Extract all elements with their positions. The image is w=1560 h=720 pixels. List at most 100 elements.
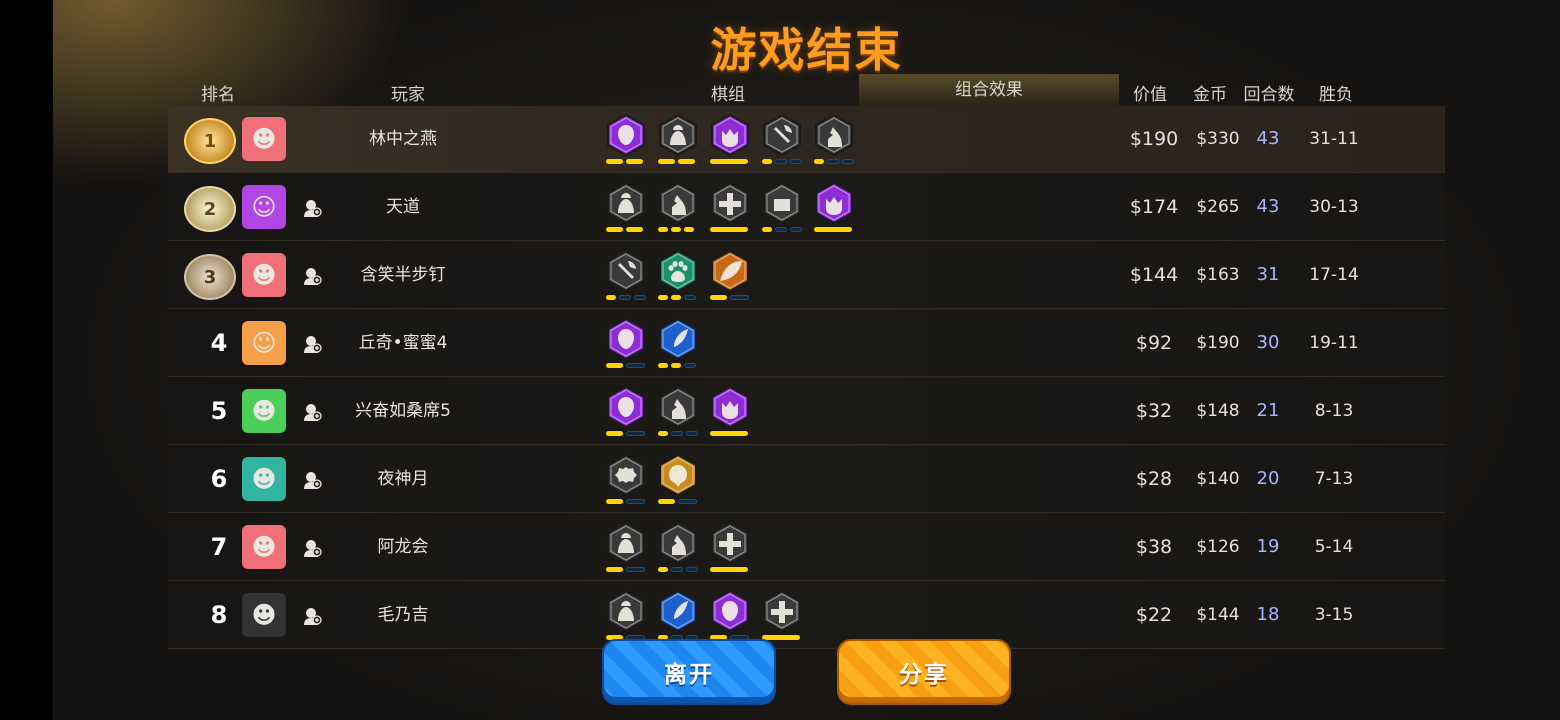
rank-medal-icon: 3 (184, 254, 236, 300)
robot-icon[interactable] (760, 181, 804, 237)
axe-icon[interactable] (604, 249, 648, 305)
synergy-level-pips (606, 431, 645, 436)
player-winloss: 7-13 (1314, 469, 1354, 489)
synergy-pip (842, 159, 854, 164)
synergy-pip (626, 431, 645, 436)
player-name[interactable]: 夜神月 (338, 446, 468, 512)
player-name[interactable]: 丘奇•蜜蜜4 (338, 310, 468, 376)
synergy-pip (678, 159, 695, 164)
synergy-pip (762, 227, 772, 232)
feather-icon[interactable] (656, 589, 700, 645)
cross-icon[interactable] (708, 521, 752, 577)
add-friend-icon[interactable] (302, 266, 322, 286)
knight-icon[interactable] (604, 589, 648, 645)
rank-number: 8 (210, 601, 228, 629)
synergy-pip (710, 635, 727, 640)
avatar[interactable]: ☻ (242, 457, 286, 501)
avatar[interactable]: ☺ (242, 321, 286, 365)
table-row: 3 ☻ 含笑半步钉 $144 $163 31 17-14 (168, 242, 1445, 309)
player-name[interactable]: 兴奋如桑席5 (338, 378, 468, 444)
player-name[interactable]: 林中之燕 (338, 106, 468, 172)
header-effects[interactable]: 组合效果 (859, 74, 1119, 106)
synergy-pip (671, 635, 683, 640)
add-friend-icon[interactable] (302, 606, 322, 626)
leaf-icon[interactable] (708, 249, 752, 305)
avatar[interactable]: ☻ (242, 389, 286, 433)
demon-icon[interactable] (708, 113, 752, 169)
player-name[interactable]: 毛乃吉 (338, 582, 468, 648)
synergy-level-pips (606, 227, 643, 232)
synergy-pip (658, 363, 668, 368)
avatar[interactable]: ☻ (242, 253, 286, 297)
horse-icon[interactable] (812, 113, 856, 169)
cross-icon[interactable] (708, 181, 752, 237)
axe-icon[interactable] (760, 113, 804, 169)
cross-icon[interactable] (760, 589, 804, 645)
player-winloss: 17-14 (1309, 265, 1359, 285)
rank-number: 6 (210, 465, 228, 493)
add-friend-icon[interactable] (302, 402, 322, 422)
share-button[interactable]: 分享 (839, 641, 1009, 703)
avatar[interactable]: ☻ (242, 593, 286, 637)
horse-icon[interactable] (656, 385, 700, 441)
spirit-icon[interactable] (656, 453, 700, 509)
knight-icon[interactable] (656, 113, 700, 169)
add-friend-icon[interactable] (302, 538, 322, 558)
synergy-level-pips (658, 295, 696, 300)
synergy-pip (775, 159, 787, 164)
horse-icon[interactable] (656, 521, 700, 577)
synergy-level-pips (658, 499, 697, 504)
synergy-pip (658, 567, 668, 572)
knight-icon[interactable] (604, 181, 648, 237)
table-row: 1 ☻ 林中之燕 $190 $330 43 31-11 (168, 106, 1445, 173)
leave-button[interactable]: 离开 (604, 641, 774, 703)
synergy-level-pips (710, 295, 749, 300)
synergy-level-pips (606, 499, 645, 504)
synergy-pip (626, 227, 643, 232)
synergy-pip (671, 431, 683, 436)
demon-icon[interactable] (812, 181, 856, 237)
avatar[interactable]: ☻ (242, 525, 286, 569)
feather-icon[interactable] (656, 317, 700, 373)
synergy-pip (710, 295, 727, 300)
synergy-pip (658, 635, 668, 640)
table-row: 8 ☻ 毛乃吉 $22 $144 18 3-15 (168, 582, 1445, 649)
table-row: 2 ☺ 天道 $174 $265 43 30-13 (168, 174, 1445, 241)
mage-icon[interactable] (708, 589, 752, 645)
synergy-level-pips (762, 159, 802, 164)
synergy-pip (775, 227, 787, 232)
synergy-level-pips (658, 567, 698, 572)
synergy-pip (626, 635, 645, 640)
mage-icon[interactable] (604, 317, 648, 373)
synergy-pip (658, 431, 668, 436)
synergy-pip (671, 295, 681, 300)
mage-icon[interactable] (604, 113, 648, 169)
rank-number: 4 (210, 329, 228, 357)
synergy-level-pips (658, 227, 694, 232)
demon-icon[interactable] (708, 385, 752, 441)
synergy-level-pips (606, 159, 643, 164)
paw-icon[interactable] (656, 249, 700, 305)
synergy-pip (686, 635, 698, 640)
rank-medal-icon: 1 (184, 118, 236, 164)
synergy-pip (686, 431, 698, 436)
synergy-pip (730, 635, 749, 640)
add-friend-icon[interactable] (302, 334, 322, 354)
player-name[interactable]: 天道 (338, 174, 468, 240)
knight-icon[interactable] (604, 521, 648, 577)
player-name[interactable]: 阿龙会 (338, 514, 468, 580)
synergy-pip (606, 295, 616, 300)
gear-icon[interactable] (604, 453, 648, 509)
add-friend-icon[interactable] (302, 198, 322, 218)
synergy-pip (710, 159, 748, 164)
synergy-pip (606, 227, 623, 232)
avatar[interactable]: ☺ (242, 185, 286, 229)
player-name[interactable]: 含笑半步钉 (338, 242, 468, 308)
horse-icon[interactable] (656, 181, 700, 237)
synergy-pip (710, 227, 748, 232)
header-value: 价值 (1133, 85, 1167, 105)
synergy-pip (606, 431, 623, 436)
mage-icon[interactable] (604, 385, 648, 441)
avatar[interactable]: ☻ (242, 117, 286, 161)
add-friend-icon[interactable] (302, 470, 322, 490)
